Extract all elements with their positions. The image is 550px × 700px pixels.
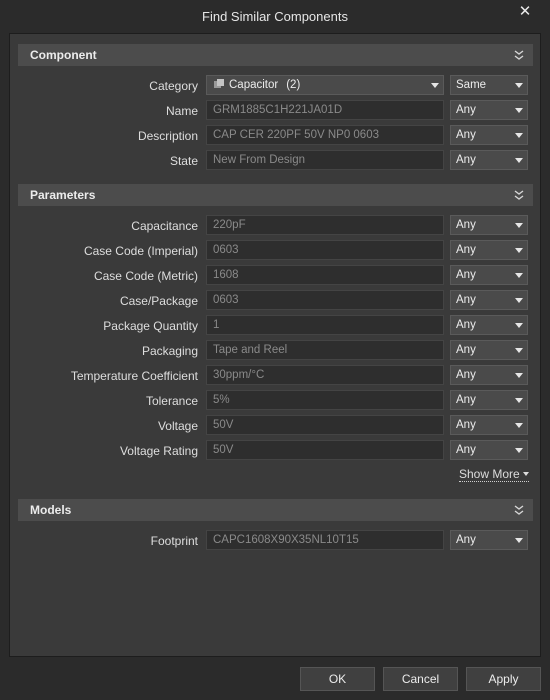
chevron-down-icon (515, 83, 523, 88)
category-value: Capacitor (229, 79, 279, 91)
double-chevron-up-icon[interactable] (513, 188, 525, 202)
name-field: GRM1885C1H221JA01D (206, 100, 444, 120)
category-dropdown[interactable]: Capacitor (2) (206, 75, 444, 95)
category-match-select[interactable]: Same (450, 75, 528, 95)
row-label-name: Name (165, 104, 198, 118)
show-more-link[interactable]: Show More (459, 467, 529, 482)
chevron-down-icon (515, 298, 523, 303)
description-match-select[interactable]: Any (450, 125, 528, 145)
row-label-package-quantity: Package Quantity (103, 319, 198, 333)
footprint-match-select[interactable]: Any (450, 530, 528, 550)
chevron-down-icon (431, 83, 439, 88)
temperature-coefficient-match-value: Any (456, 369, 476, 381)
description-match-value: Any (456, 129, 476, 141)
apply-button[interactable]: Apply (466, 667, 541, 691)
section-header-models[interactable]: Models (18, 499, 533, 521)
section-title-models: Models (30, 503, 72, 517)
voltage-match-select[interactable]: Any (450, 415, 528, 435)
case-code-imperial-match-select[interactable]: Any (450, 240, 528, 260)
section-title-component: Component (30, 48, 97, 62)
chevron-down-icon (515, 248, 523, 253)
voltage-rating-field: 50V (206, 440, 444, 460)
title-bar: Find Similar Components ✕ (0, 0, 550, 32)
chevron-down-icon (515, 223, 523, 228)
capacitor-icon (214, 79, 224, 88)
chevron-down-icon (515, 133, 523, 138)
tolerance-match-value: Any (456, 394, 476, 406)
chevron-down-icon (515, 348, 523, 353)
row-label-case-code-metric: Case Code (Metric) (93, 269, 198, 283)
cancel-button[interactable]: Cancel (383, 667, 458, 691)
section-header-component[interactable]: Component (18, 44, 533, 66)
window-title: Find Similar Components (202, 9, 348, 24)
row-label-temperature-coefficient: Temperature Coefficient (70, 369, 198, 383)
ok-button[interactable]: OK (300, 667, 375, 691)
tolerance-field: 5% (206, 390, 444, 410)
row-label-category: Category (149, 79, 198, 93)
double-chevron-up-icon[interactable] (513, 48, 525, 62)
packaging-match-value: Any (456, 344, 476, 356)
row-label-case-package: Case/Package (119, 294, 198, 308)
case-package-match-select[interactable]: Any (450, 290, 528, 310)
chevron-down-icon (515, 448, 523, 453)
case-code-imperial-field: 0603 (206, 240, 444, 260)
row-label-footprint: Footprint (150, 534, 198, 548)
voltage-rating-match-select[interactable]: Any (450, 440, 528, 460)
package-quantity-match-select[interactable]: Any (450, 315, 528, 335)
chevron-down-icon (515, 108, 523, 113)
category-match-value: Same (456, 79, 487, 91)
name-match-value: Any (456, 104, 476, 116)
chevron-down-icon (515, 273, 523, 278)
temperature-coefficient-field: 30ppm/°C (206, 365, 444, 385)
dialog-panel: Component Category Capacitor (2) Same Nam… (9, 33, 541, 657)
voltage-field: 50V (206, 415, 444, 435)
section-header-parameters[interactable]: Parameters (18, 184, 533, 206)
chevron-down-icon (515, 158, 523, 163)
case-code-metric-field: 1608 (206, 265, 444, 285)
row-label-voltage: Voltage (157, 419, 198, 433)
double-chevron-up-icon[interactable] (513, 503, 525, 517)
capacitance-field: 220pF (206, 215, 444, 235)
case-package-field: 0603 (206, 290, 444, 310)
name-match-select[interactable]: Any (450, 100, 528, 120)
state-match-select[interactable]: Any (450, 150, 528, 170)
section-title-parameters: Parameters (30, 188, 96, 202)
voltage-match-value: Any (456, 419, 476, 431)
chevron-down-icon (515, 538, 523, 543)
footprint-match-value: Any (456, 534, 476, 546)
package-quantity-match-value: Any (456, 319, 476, 331)
close-icon[interactable]: ✕ (518, 4, 532, 20)
chevron-down-icon (515, 423, 523, 428)
state-field: New From Design (206, 150, 444, 170)
row-label-capacitance: Capacitance (131, 219, 198, 233)
row-label-voltage-rating: Voltage Rating (119, 444, 198, 458)
row-label-description: Description (137, 129, 198, 143)
chevron-down-icon (522, 472, 529, 476)
footprint-field: CAPC1608X90X35NL10T15 (206, 530, 444, 550)
show-more-label: Show More (459, 467, 520, 481)
case-code-imperial-match-value: Any (456, 244, 476, 256)
temperature-coefficient-match-select[interactable]: Any (450, 365, 528, 385)
description-field: CAP CER 220PF 50V NP0 0603 (206, 125, 444, 145)
packaging-match-select[interactable]: Any (450, 340, 528, 360)
chevron-down-icon (515, 398, 523, 403)
row-label-tolerance: Tolerance (145, 394, 198, 408)
category-count: (2) (286, 79, 301, 91)
chevron-down-icon (515, 373, 523, 378)
case-package-match-value: Any (456, 294, 476, 306)
tolerance-match-select[interactable]: Any (450, 390, 528, 410)
capacitance-match-select[interactable]: Any (450, 215, 528, 235)
capacitance-match-value: Any (456, 219, 476, 231)
case-code-metric-match-select[interactable]: Any (450, 265, 528, 285)
voltage-rating-match-value: Any (456, 444, 476, 456)
chevron-down-icon (515, 323, 523, 328)
packaging-field: Tape and Reel (206, 340, 444, 360)
state-match-value: Any (456, 154, 476, 166)
row-label-packaging: Packaging (141, 344, 198, 358)
package-quantity-field: 1 (206, 315, 444, 335)
case-code-metric-match-value: Any (456, 269, 476, 281)
row-label-case-code-imperial: Case Code (Imperial) (83, 244, 198, 258)
row-label-state: State (169, 154, 198, 168)
